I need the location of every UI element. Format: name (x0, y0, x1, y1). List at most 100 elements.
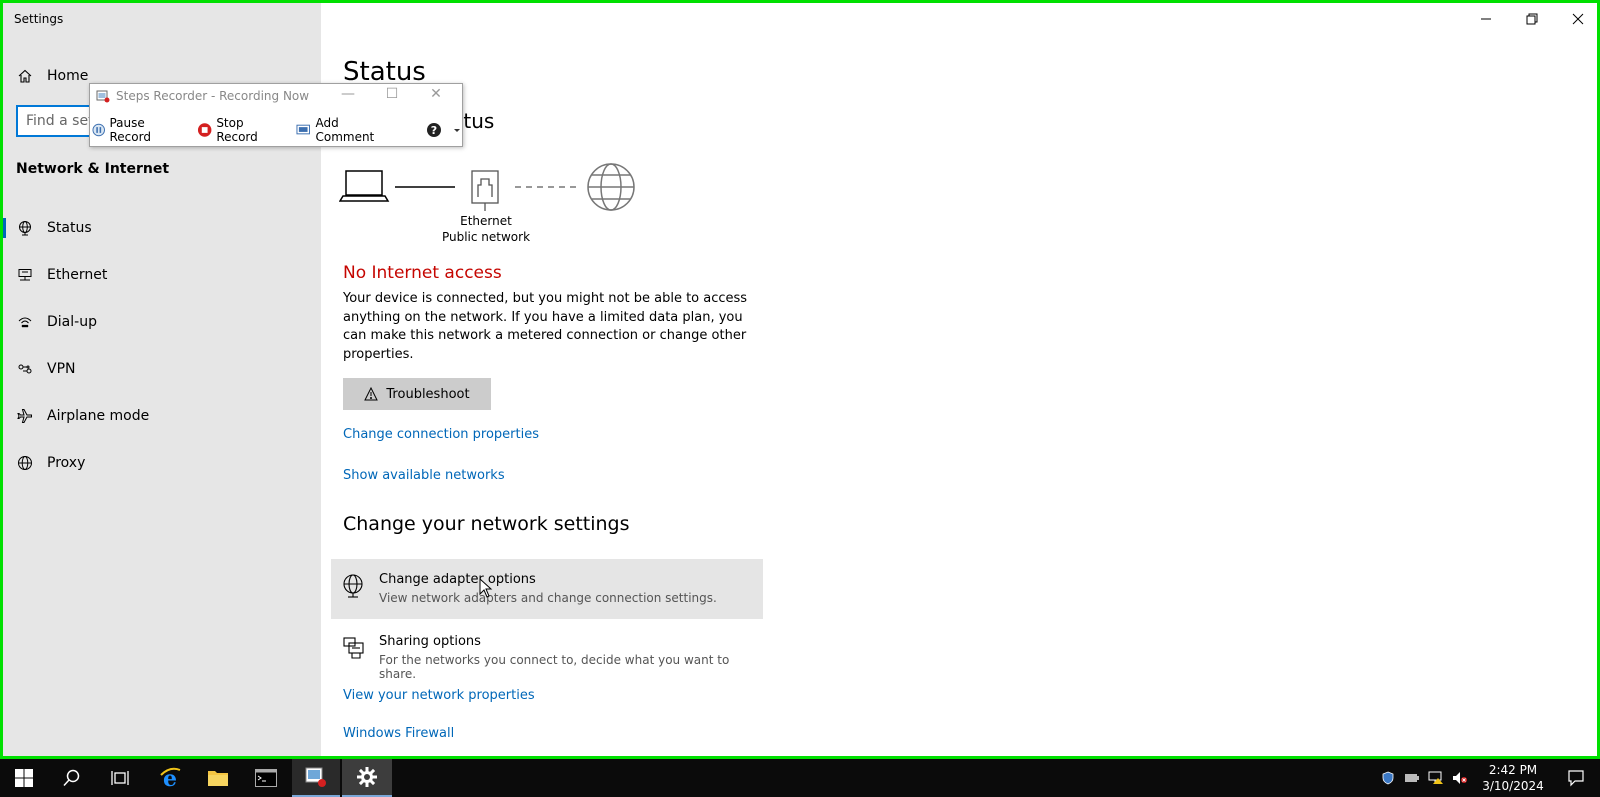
clock[interactable]: 2:42 PM 3/10/2024 (1478, 762, 1548, 794)
adapter-label: Ethernet Public network (431, 213, 541, 245)
stop-icon (197, 123, 212, 137)
option-description: For the networks you connect to, decide … (379, 653, 730, 681)
show-available-networks-link[interactable]: Show available networks (343, 468, 505, 483)
settings-taskbar-button[interactable] (342, 759, 392, 797)
change-connection-properties-link[interactable]: Change connection properties (343, 427, 539, 442)
stop-record-button[interactable]: Stop Record (197, 116, 286, 144)
sidebar-item-proxy[interactable]: Proxy (3, 441, 321, 485)
sidebar-item-label: VPN (47, 361, 76, 377)
warning-icon (364, 387, 379, 401)
folder-icon (208, 771, 228, 786)
desktop-screen: Settings Home Network & Internet Status (0, 0, 1600, 797)
ethernet-port-icon (471, 170, 499, 211)
steps-close-icon[interactable]: ✕ (414, 86, 458, 102)
sidebar-item-label: Status (47, 220, 92, 236)
sidebar-item-ethernet[interactable]: Ethernet (3, 253, 321, 297)
speaker-muted-icon (1453, 772, 1467, 784)
steps-recorder-window[interactable]: Steps Recorder - Recording Now — ☐ ✕ Pau… (89, 83, 463, 147)
ethernet-icon (3, 253, 47, 297)
pause-record-button[interactable]: Pause Record (92, 116, 187, 144)
command-prompt-icon (255, 769, 277, 787)
mouse-cursor-icon (479, 578, 493, 598)
steps-recorder-toolbar: Pause Record Stop Record Add Comment ? (92, 116, 462, 144)
usb-device-icon (1405, 774, 1419, 782)
status-globe-icon (3, 206, 47, 250)
steps-recorder-taskbar-button[interactable] (292, 759, 340, 797)
pause-icon (92, 123, 105, 137)
sidebar-item-status[interactable]: Status (3, 206, 321, 250)
comment-icon (296, 124, 311, 135)
dropdown-arrow-icon (454, 129, 460, 132)
internet-globe-icon (587, 163, 635, 211)
sidebar-item-label: Airplane mode (47, 408, 150, 424)
task-view-button[interactable] (96, 759, 144, 797)
section-title: Network & Internet (16, 161, 170, 177)
troubleshoot-label: Troubleshoot (386, 386, 470, 402)
steps-recorder-controls: — ☐ ✕ (326, 86, 458, 102)
home-icon (3, 54, 47, 98)
status-description: Your device is connected, but you might … (343, 291, 748, 362)
steps-recorder-icon (96, 90, 110, 103)
pause-record-label: Pause Record (109, 116, 151, 144)
search-icon (63, 769, 80, 787)
settings-heading: Change your network settings (343, 513, 630, 535)
sidebar-item-vpn[interactable]: VPN (3, 347, 321, 391)
help-button[interactable]: ? (426, 122, 462, 138)
troubleshoot-button[interactable]: Troubleshoot (343, 378, 491, 410)
laptop-icon (339, 170, 390, 202)
steps-maximize-icon: ☐ (385, 86, 399, 102)
sidebar-item-label: Proxy (47, 455, 86, 471)
add-comment-button[interactable]: Add Comment (296, 116, 398, 144)
sharing-options-button[interactable]: Sharing options For the networks you con… (331, 621, 763, 681)
tray-security-button[interactable] (1376, 759, 1400, 797)
sidebar-item-label: Dial-up (47, 314, 97, 330)
clock-time: 2:42 PM (1488, 763, 1538, 777)
shield-icon (1382, 771, 1394, 785)
airplane-icon (3, 394, 47, 438)
gear-icon (357, 767, 377, 787)
clock-date: 3/10/2024 (1482, 779, 1544, 793)
notification-icon (1568, 770, 1584, 787)
option-description: View network adapters and change connect… (379, 591, 717, 605)
sidebar-item-dialup[interactable]: Dial-up (3, 300, 321, 344)
steps-minimize-icon[interactable]: — (326, 86, 370, 102)
windows-firewall-link[interactable]: Windows Firewall (343, 726, 454, 741)
settings-window: Settings Home Network & Internet Status (0, 0, 1600, 759)
command-prompt-button[interactable] (242, 759, 290, 797)
stop-record-label: Stop Record (216, 116, 258, 144)
internet-explorer-button[interactable]: e (146, 759, 194, 797)
sidebar-item-airplane[interactable]: Airplane mode (3, 394, 321, 438)
tray-usb-button[interactable] (1400, 759, 1424, 797)
change-adapter-options-button[interactable]: Change adapter options View network adap… (331, 559, 763, 619)
task-view-icon (111, 771, 129, 785)
steps-recorder-icon (305, 767, 326, 787)
search-button[interactable] (48, 759, 96, 797)
notifications-button[interactable] (1552, 759, 1600, 797)
start-button[interactable] (0, 759, 48, 797)
view-network-properties-link[interactable]: View your network properties (343, 688, 535, 703)
network-warning-icon (1428, 771, 1443, 784)
dialup-icon (3, 300, 47, 344)
add-comment-label: Add Comment (315, 116, 375, 144)
file-explorer-button[interactable] (194, 759, 242, 797)
help-icon: ? (427, 123, 441, 137)
svg-text:?: ? (431, 124, 437, 137)
internet-explorer-icon: e (160, 766, 181, 790)
sharing-icon (343, 637, 364, 659)
tray-network-button[interactable] (1424, 759, 1448, 797)
taskbar: e 2:42 PM 3/10/2024 (0, 759, 1600, 797)
steps-recorder-title-text: Steps Recorder - Recording Now (116, 89, 310, 103)
option-title: Sharing options (379, 634, 481, 649)
adapter-name: Ethernet (460, 214, 512, 228)
main-content: Status Network status (321, 3, 1597, 756)
app-title: Settings (14, 12, 64, 26)
windows-logo-icon (15, 769, 33, 787)
steps-recorder-title: Steps Recorder - Recording Now (96, 89, 309, 103)
network-type: Public network (441, 230, 531, 244)
vpn-icon (3, 347, 47, 391)
tray-volume-button[interactable] (1448, 759, 1472, 797)
adapter-globe-icon (343, 574, 363, 598)
option-title: Change adapter options (379, 572, 536, 587)
home-label: Home (47, 68, 89, 84)
proxy-globe-icon (3, 441, 47, 485)
